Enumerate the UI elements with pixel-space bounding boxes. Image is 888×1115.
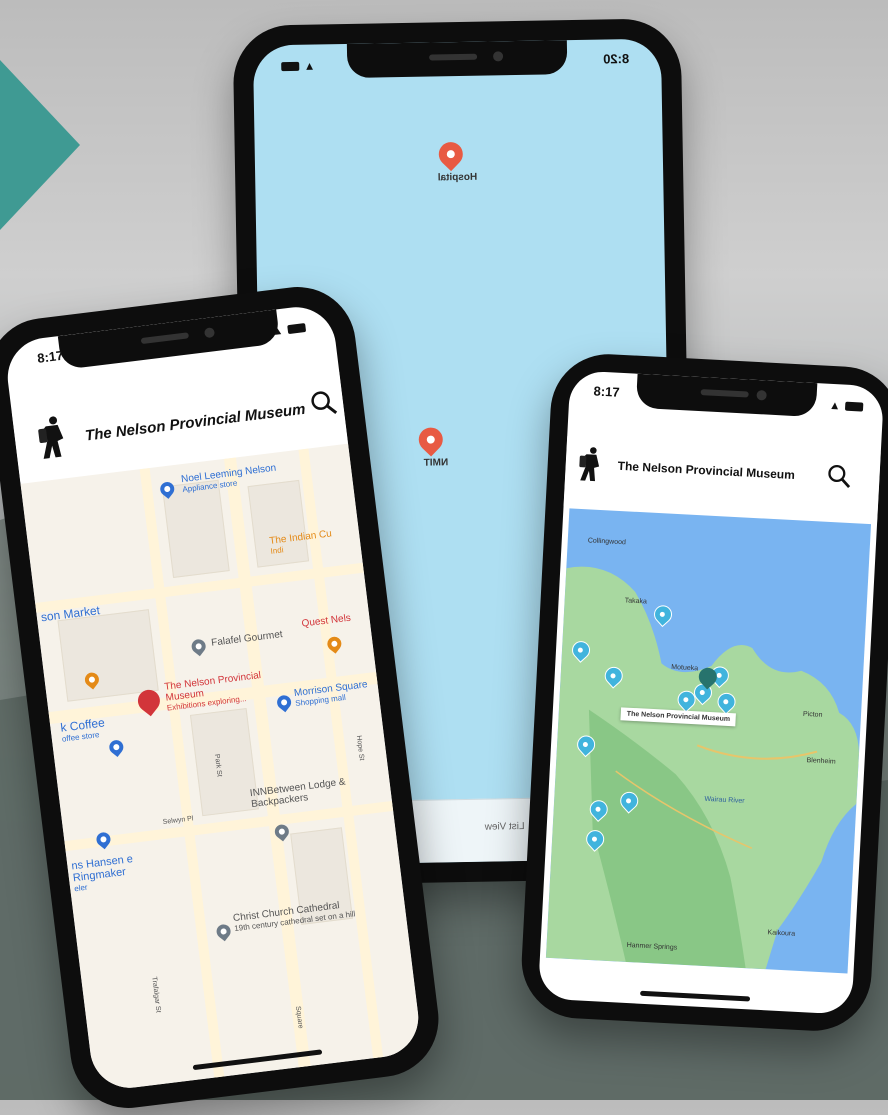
- play-arrow-decoration: [0, 60, 80, 230]
- status-icons: ▴: [831, 397, 864, 414]
- status-time: 8:17: [593, 383, 621, 400]
- hiker-logo-icon: [38, 416, 64, 459]
- poi-pin-cathedral[interactable]: [213, 921, 234, 942]
- place-takaka: Takaka: [624, 597, 648, 606]
- app-title: The Nelson Provincial Museum: [617, 458, 796, 483]
- street-hope: Hope St: [354, 734, 365, 761]
- search-icon[interactable]: [827, 464, 852, 489]
- place-picton: Picton: [802, 710, 823, 719]
- poi-pin-falafel[interactable]: [188, 636, 209, 657]
- battery-icon: [281, 62, 300, 72]
- place-blenheim: Blenheim: [806, 757, 836, 766]
- region-map[interactable]: Collingwood Takaka Motueka Picton Blenhe…: [545, 508, 872, 974]
- phone-notch: [346, 40, 568, 78]
- hiker-logo-icon: [579, 447, 600, 482]
- status-time: 8:20: [603, 51, 630, 67]
- poi-hansen[interactable]: ns Hansen e Ringmaker eler: [71, 847, 184, 893]
- poi-museum[interactable]: The Nelson Provincial Museum Exhibitions …: [164, 667, 287, 713]
- home-indicator[interactable]: [640, 990, 751, 1002]
- map-pin-hospital[interactable]: [433, 137, 468, 172]
- wifi-icon: ▴: [304, 58, 313, 73]
- battery-icon: [844, 401, 864, 412]
- poi-coffee[interactable]: k Coffee offee store: [60, 715, 107, 743]
- status-icons: ▴: [281, 59, 313, 74]
- wifi-icon: ▴: [831, 397, 841, 413]
- poi-pin-coffee[interactable]: [106, 737, 127, 757]
- status-time: 8:17: [36, 347, 65, 366]
- place-motueka: Motueka: [671, 663, 699, 673]
- street-map[interactable]: Noel Leeming Nelson Appliance store The I…: [20, 443, 423, 1093]
- place-kaikoura: Kaikoura: [767, 929, 796, 938]
- search-icon[interactable]: [309, 389, 338, 418]
- street-trafalgar: Trafalgar St: [150, 976, 162, 1014]
- wifi-icon: ▴: [273, 322, 284, 338]
- region-map-screen: 8:17 ▴ The Nelson Provincial Museum Coll…: [537, 370, 885, 1015]
- map-pin-nmit[interactable]: [413, 422, 448, 457]
- app-header: The Nelson Provincial Museum: [563, 436, 881, 523]
- status-icons: ▴: [274, 320, 307, 338]
- pin-label-hospital: Hospital: [437, 171, 478, 184]
- app-title: The Nelson Provincial Museum: [84, 400, 307, 445]
- tab-list-view[interactable]: List View: [485, 821, 525, 833]
- phone-right: 8:17 ▴ The Nelson Provincial Museum Coll…: [518, 351, 888, 1034]
- battery-icon: [287, 323, 307, 335]
- pin-label-nmit: NMIT: [423, 457, 449, 469]
- street-map-screen: 8:17 ▴ The Nelson Provincial Museum Noel…: [3, 302, 423, 1093]
